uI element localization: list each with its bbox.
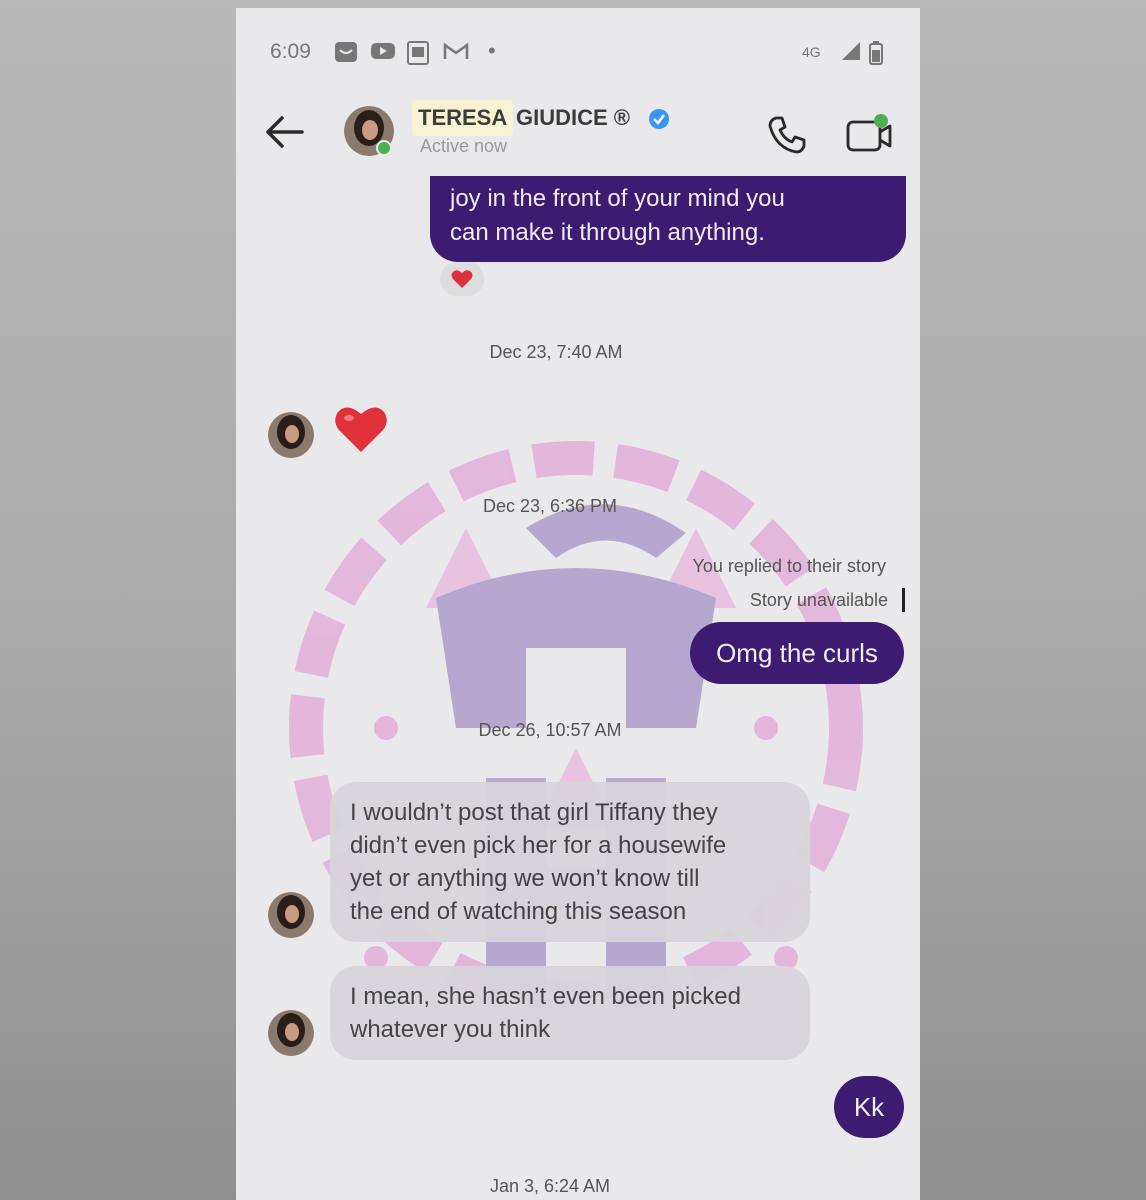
sender-avatar[interactable] (268, 1010, 314, 1056)
gallery-icon (407, 41, 429, 65)
signal-icon (842, 42, 860, 60)
youtube-icon (371, 43, 395, 59)
message-line: whatever you think (350, 1016, 551, 1043)
online-indicator (376, 140, 392, 156)
phone-screen: 6:09 • 4G TERESA GIUDICE ® Active now jo… (236, 8, 920, 1200)
status-time: 6:09 (270, 40, 311, 63)
heart-message-icon[interactable] (332, 402, 390, 456)
outgoing-message[interactable]: Omg the curls (690, 622, 904, 684)
outgoing-message[interactable]: Kk (834, 1076, 904, 1138)
timestamp: Dec 23, 7:40 AM (489, 342, 623, 362)
message-line: the end of watching this season (350, 898, 687, 925)
reply-indicator-bar (902, 588, 905, 612)
outgoing-message[interactable]: joy in the front of your mind you can ma… (430, 176, 906, 262)
message-line: didn’t even pick her for a housewife (350, 832, 727, 859)
phone-call-icon[interactable] (766, 114, 808, 156)
active-status: Active now (420, 136, 508, 156)
video-call-icon[interactable] (846, 112, 894, 156)
message-text: Kk (853, 1092, 885, 1122)
data-icon: 4G (802, 44, 821, 60)
incoming-message[interactable]: I wouldn’t post that girl Tiffany they d… (330, 782, 810, 942)
status-bar: 6:09 • 4G (236, 32, 920, 72)
message-line: joy in the front of your mind you (450, 185, 785, 212)
message-line: I mean, she hasn’t even been picked (350, 983, 741, 1010)
contact-name[interactable]: GIUDICE ® (516, 100, 630, 136)
gmail-icon (443, 42, 469, 59)
sender-avatar[interactable] (268, 412, 314, 458)
story-unavailable: Story unavailable (749, 590, 888, 610)
incoming-message[interactable]: I mean, she hasn’t even been picked what… (330, 966, 810, 1060)
dot-icon: • (488, 38, 496, 63)
battery-icon (869, 41, 883, 65)
sender-avatar[interactable] (268, 892, 314, 938)
message-text: Omg the curls (716, 638, 878, 668)
message-line: I wouldn’t post that girl Tiffany they (350, 799, 718, 826)
chat-header: TERESA GIUDICE ® Active now (236, 90, 920, 180)
back-arrow-icon[interactable] (262, 112, 306, 152)
timestamp: Dec 23, 6:36 PM (482, 496, 618, 516)
message-line: can make it through anything. (450, 219, 765, 246)
heart-reaction-icon (451, 270, 473, 288)
svg-text:4G: 4G (802, 44, 821, 60)
contact-name-highlight[interactable]: TERESA (412, 100, 514, 136)
message-line: yet or anything we won’t know till (350, 865, 700, 892)
notification-icon (335, 42, 357, 62)
timestamp: Jan 3, 6:24 AM (489, 1176, 611, 1196)
message-reaction[interactable] (440, 262, 484, 296)
verified-badge-icon (649, 109, 669, 129)
story-reply-label: You replied to their story (692, 556, 886, 576)
timestamp: Dec 26, 10:57 AM (478, 720, 622, 740)
